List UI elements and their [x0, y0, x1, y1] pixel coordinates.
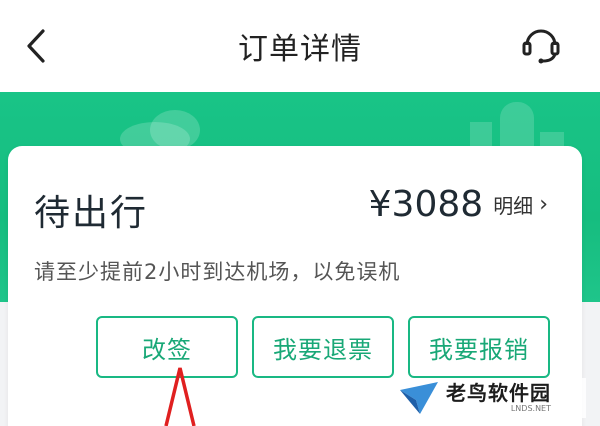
- order-price: ¥3088: [368, 184, 484, 225]
- price-row: ¥3088 明细 ›: [369, 184, 548, 225]
- order-status: 待出行: [34, 193, 149, 234]
- watermark: 老鸟软件园 LNDS.NET: [398, 378, 586, 418]
- price-detail-link[interactable]: 明细 ›: [493, 190, 548, 219]
- reimbursement-button[interactable]: 我要报销: [408, 316, 550, 378]
- cloud-decoration: [150, 110, 200, 150]
- customer-service-icon: [522, 29, 560, 64]
- price-detail-label: 明细: [493, 194, 534, 218]
- chevron-right-icon: ›: [539, 192, 548, 217]
- watermark-subtitle: LNDS.NET: [510, 404, 551, 413]
- bird-logo-icon: [400, 382, 438, 414]
- order-detail-page: 订单详情 待出行 ¥3088 明细 › 请至少提前2小时到达机场，以免误机 改签…: [0, 0, 600, 426]
- annotation-arrow-icon: [164, 367, 196, 426]
- nav-bar: 订单详情: [0, 0, 600, 92]
- airport-notice: 请至少提前2小时到达机场，以免误机: [34, 260, 401, 284]
- page-title: 订单详情: [238, 32, 362, 67]
- watermark-title: 老鸟软件园: [446, 381, 551, 405]
- refund-ticket-button[interactable]: 我要退票: [252, 316, 394, 378]
- customer-service-button[interactable]: [518, 22, 564, 68]
